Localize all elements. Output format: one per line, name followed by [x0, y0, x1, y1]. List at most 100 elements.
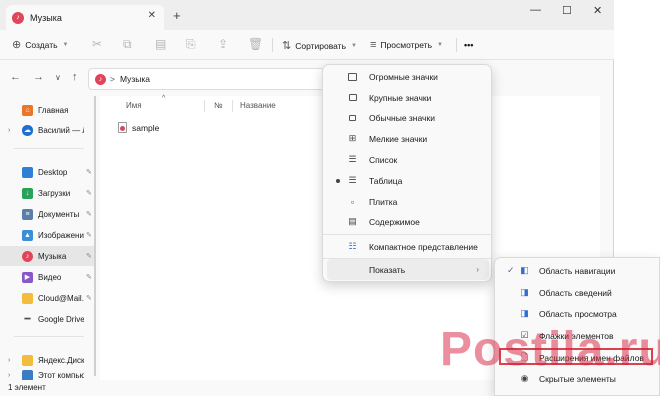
navigation-row: ← → ∨ ↑ ♪ > Музыка [0, 62, 614, 92]
recent-locations-icon[interactable]: ∨ [55, 73, 61, 82]
pin-icon: ✎ [86, 295, 92, 302]
menu-item-tiles[interactable]: ▫ Плитка [327, 191, 489, 212]
sidebar-item-desktop[interactable]: Desktop ✎ [0, 162, 94, 182]
sort-label: Сортировать [295, 40, 347, 51]
delete-icon[interactable]: 🗑 [248, 37, 263, 51]
paste-icon[interactable]: ▤ [155, 37, 166, 51]
address-bar[interactable]: ♪ > Музыка [88, 68, 333, 90]
more-options-icon[interactable]: ••• [464, 40, 473, 50]
title-bar: ♪ Музыка ✕ + — ☐ ✕ [0, 0, 614, 30]
sidebar-item-documents[interactable]: ≡ Документы ✎ [0, 204, 94, 224]
sidebar-item-cloud-mail[interactable]: Cloud@Mail. ✎ [0, 288, 94, 308]
column-header-title[interactable]: Название [240, 101, 276, 110]
pin-icon: ✎ [86, 211, 92, 218]
sort-button[interactable]: ⇅ Сортировать ▼ [282, 39, 357, 52]
sidebar-item-video[interactable]: ▶ Видео ✎ [0, 267, 94, 287]
compact-icon: ☷ [348, 241, 357, 251]
sidebar-item-music[interactable]: ♪ Музыка ✎ [0, 246, 94, 266]
list-icon: ☰ [348, 154, 357, 164]
chevron-down-icon: ▼ [351, 42, 357, 49]
menu-item-preview-pane[interactable]: ◨ Область просмотра [499, 303, 659, 324]
music-icon: ♪ [22, 250, 33, 262]
menu-item-label: Таблица [369, 175, 403, 186]
menu-item-label: Область навигации [539, 265, 616, 276]
details-icon: ☰ [348, 175, 357, 185]
share-icon[interactable]: ⇪ [218, 37, 228, 51]
menu-item-label: Показать [369, 264, 406, 275]
menu-item-show[interactable]: Показать › [327, 259, 489, 280]
sidebar-item-label: Cloud@Mail. [38, 293, 84, 303]
new-tab-icon[interactable]: + [173, 8, 181, 23]
file-row[interactable]: sample [118, 122, 159, 133]
checkmark-icon: ✓ [507, 265, 515, 275]
pin-icon: ✎ [86, 190, 92, 197]
home-icon: ⌂ [22, 104, 33, 116]
view-button[interactable]: ≡ Просмотреть ▼ [370, 39, 443, 51]
menu-item-medium-icons[interactable]: Обычные значки [327, 107, 489, 128]
expand-chevron-icon[interactable]: › [8, 127, 10, 134]
menu-item-label: Область просмотра [539, 308, 617, 319]
drive-icon: ━ [24, 313, 31, 325]
copy-icon[interactable]: ⧉ [123, 37, 132, 52]
rename-icon[interactable]: ⎘ [186, 37, 196, 52]
navigation-pane: ⌂ Главная › ☁ Василий — Лич Desktop ✎ ↓ … [0, 96, 96, 380]
menu-item-label: Область сведений [539, 287, 612, 298]
toolbar-divider [272, 38, 273, 52]
breadcrumb-music[interactable]: Музыка [120, 74, 150, 84]
downloads-icon: ↓ [22, 187, 33, 199]
sidebar-item-label: Документы [38, 209, 80, 219]
forward-arrow-icon[interactable]: → [33, 71, 44, 83]
column-header-number[interactable]: № [214, 101, 223, 110]
sidebar-item-this-pc[interactable]: › Этот компьютер [0, 370, 94, 380]
selected-dot-icon [336, 178, 340, 183]
sidebar-item-pictures[interactable]: ▲ Изображени ✎ [0, 225, 94, 245]
sidebar-item-label: Изображени [38, 230, 84, 240]
folder-icon [22, 354, 33, 366]
sidebar-item-label: Василий — Лич [38, 125, 84, 135]
column-divider[interactable] [204, 100, 205, 112]
tab-close-icon[interactable]: ✕ [148, 10, 156, 21]
maximize-icon[interactable]: ☐ [562, 4, 572, 17]
close-window-icon[interactable]: ✕ [593, 4, 602, 17]
menu-item-label: Обычные значки [369, 112, 435, 123]
column-header-name[interactable]: Имя [126, 101, 142, 110]
sidebar-item-yandex-disk[interactable]: › Яндекс.Диск [0, 350, 94, 370]
sidebar-item-onedrive[interactable]: › ☁ Василий — Лич [0, 120, 94, 140]
menu-item-huge-icons[interactable]: Огромные значки [327, 66, 489, 87]
menu-item-small-icons[interactable]: ⊞ Мелкие значки [327, 128, 489, 149]
back-arrow-icon[interactable]: ← [10, 71, 21, 83]
video-icon: ▶ [22, 271, 33, 283]
create-button[interactable]: ⊕ Создать ▼ [12, 38, 68, 51]
menu-item-navigation-pane[interactable]: ✓ ◧ Область навигации [499, 260, 659, 281]
menu-item-compact-view[interactable]: ☷ Компактное представление [327, 236, 489, 257]
details-pane-icon: ◨ [520, 287, 529, 297]
cut-icon[interactable]: ✂ [92, 37, 102, 51]
expand-chevron-icon[interactable]: › [8, 357, 10, 364]
sidebar-item-label: Этот компьютер [38, 370, 84, 380]
tab-music[interactable]: ♪ Музыка ✕ [6, 5, 164, 30]
content-icon: ▤ [348, 216, 357, 226]
sidebar-item-home[interactable]: ⌂ Главная [0, 100, 94, 120]
column-divider[interactable] [232, 100, 233, 112]
sidebar-item-google-drive[interactable]: ━ Google Drive [0, 309, 94, 329]
chevron-down-icon: ▼ [437, 42, 443, 48]
tiles-icon: ▫ [350, 196, 355, 207]
menu-item-details-pane[interactable]: ◨ Область сведений [499, 282, 659, 303]
sidebar-divider [14, 336, 84, 337]
menu-item-large-icons[interactable]: Крупные значки [327, 87, 489, 108]
expand-chevron-icon[interactable]: › [8, 372, 10, 379]
sidebar-item-downloads[interactable]: ↓ Загрузки ✎ [0, 183, 94, 203]
menu-item-list[interactable]: ☰ Список [327, 149, 489, 170]
create-label: Создать [25, 39, 58, 50]
minimize-icon[interactable]: — [530, 4, 541, 16]
item-count: 1 элемент [8, 383, 46, 392]
music-icon: ♪ [12, 11, 24, 24]
folder-icon [22, 292, 33, 304]
menu-item-content[interactable]: ▤ Содержимое [327, 211, 489, 232]
menu-item-details[interactable]: ☰ Таблица [327, 170, 489, 191]
view-icon: ≡ [370, 39, 377, 51]
up-arrow-icon[interactable]: ↑ [72, 71, 78, 83]
sidebar-scrollbar[interactable] [94, 96, 96, 376]
sidebar-item-label: Яндекс.Диск [38, 355, 84, 365]
sidebar-item-label: Загрузки [38, 188, 71, 198]
